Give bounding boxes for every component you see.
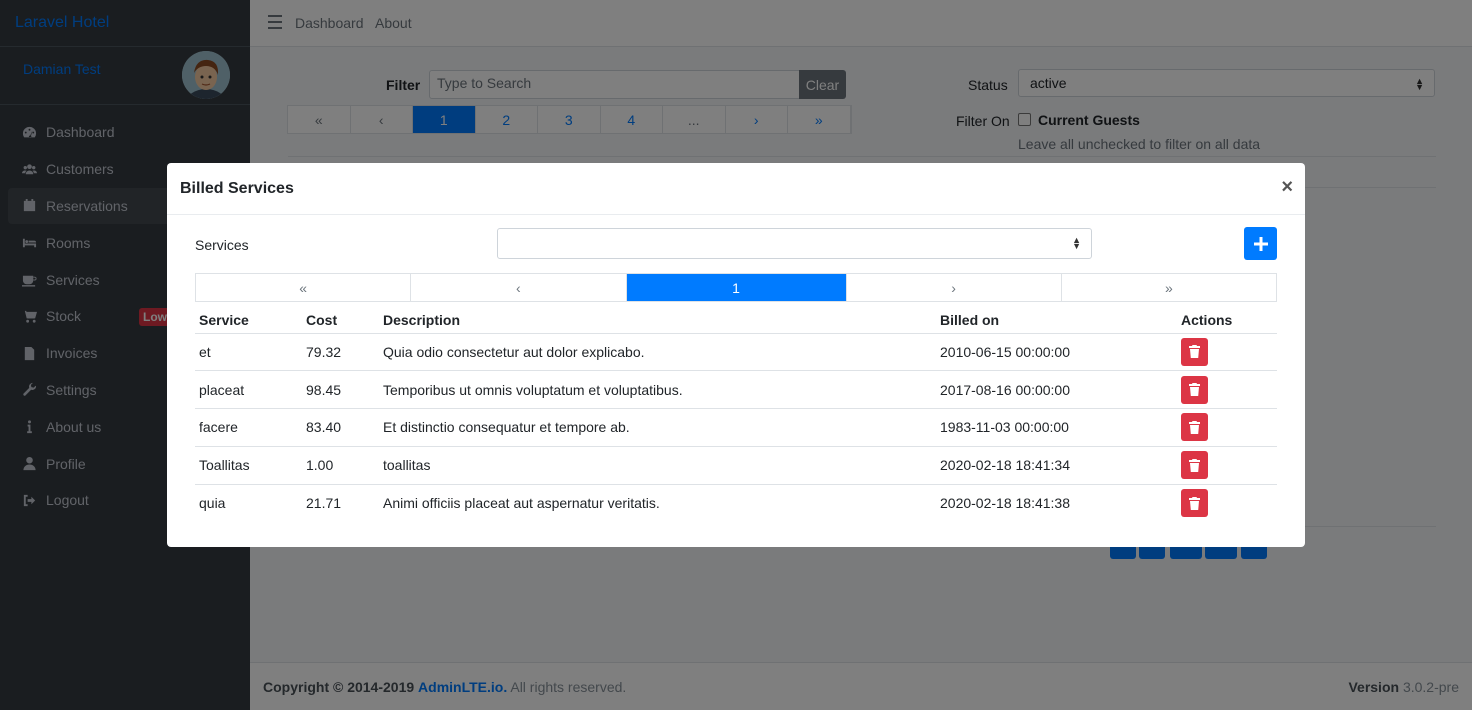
- trash-icon: [1189, 383, 1200, 397]
- cell-service: placeat: [195, 370, 302, 410]
- modal-page-prev[interactable]: ‹: [411, 274, 627, 301]
- column-header-cost: Cost: [302, 307, 379, 334]
- column-header-description: Description: [379, 307, 936, 334]
- modal-page-1[interactable]: 1: [626, 274, 847, 301]
- delete-button[interactable]: [1181, 451, 1208, 480]
- table-row: placeat 98.45 Temporibus ut omnis volupt…: [195, 370, 1277, 410]
- cell-actions: [1177, 446, 1277, 485]
- cell-service: quia: [199, 495, 226, 512]
- cell-description: Animi officiis placeat aut aspernatur ve…: [383, 495, 660, 512]
- close-icon[interactable]: ×: [1281, 176, 1293, 198]
- modal-title: Billed Services: [180, 180, 294, 197]
- cell-actions: [1177, 408, 1277, 447]
- trash-icon: [1189, 345, 1200, 359]
- modal-page-next[interactable]: ›: [847, 274, 1062, 301]
- cell-billed-on: 2020-02-18 18:41:34: [936, 446, 1177, 485]
- cell-actions: [1177, 484, 1277, 522]
- add-service-button[interactable]: [1244, 227, 1277, 260]
- plus-icon: [1253, 236, 1268, 251]
- cell-actions: [1177, 370, 1277, 410]
- table-body: et 79.32 Quia odio consectetur aut dolor…: [195, 333, 1277, 522]
- cell-cost: 1.00: [302, 446, 379, 485]
- column-header-actions: Actions: [1177, 307, 1277, 334]
- modal-page-last[interactable]: »: [1062, 274, 1276, 301]
- select-caret-icon: ▲▼: [1072, 235, 1081, 251]
- trash-icon: [1189, 420, 1200, 434]
- cell-service: facere: [195, 408, 302, 447]
- cell-cost: 79.32: [302, 333, 379, 372]
- cell-description: Quia odio consectetur aut dolor explicab…: [379, 333, 936, 372]
- trash-icon: [1189, 496, 1200, 510]
- cell-cost: 98.45: [302, 370, 379, 410]
- billed-services-modal: Billed Services × Services ▲ ▼ « ‹ 1 › » …: [167, 163, 1305, 547]
- trash-icon: [1189, 458, 1200, 472]
- cell-cost: 83.40: [302, 408, 379, 447]
- table-row: et 79.32 Quia odio consectetur aut dolor…: [195, 333, 1277, 372]
- delete-button[interactable]: [1181, 375, 1208, 404]
- delete-button[interactable]: [1181, 413, 1208, 442]
- delete-button[interactable]: [1181, 489, 1208, 518]
- table-row: Toallitas 1.00 toallitas 2020-02-18 18:4…: [195, 446, 1277, 485]
- column-header-service: Service: [195, 307, 302, 334]
- cell-description: Et distinctio consequatur et tempore ab.: [379, 408, 936, 447]
- cell-service: Toallitas: [195, 446, 302, 485]
- modal-page-first[interactable]: «: [196, 274, 412, 301]
- cell-billed-on: 2010-06-15 00:00:00: [936, 333, 1177, 372]
- cell-billed-on: 1983-11-03 00:00:00: [936, 408, 1177, 447]
- table-row: quia 21.71 Animi officiis placeat aut as…: [195, 484, 1277, 522]
- billed-services-table: Service Cost Description Billed on Actio…: [195, 307, 1277, 522]
- cell-actions: [1177, 333, 1277, 372]
- services-label: Services: [195, 237, 249, 253]
- column-header-billed-on: Billed on: [936, 307, 1177, 334]
- cell-description: Temporibus ut omnis voluptatum et volupt…: [379, 370, 936, 410]
- cell-description: toallitas: [379, 446, 936, 485]
- modal-pagination: « ‹ 1 › »: [195, 273, 1277, 302]
- cell-billed-on: 2017-08-16 00:00:00: [936, 370, 1177, 410]
- modal-header: Billed Services ×: [167, 163, 1305, 215]
- cell-cost: 21.71: [306, 495, 342, 512]
- cell-service: et: [195, 333, 302, 372]
- cell-billed-on: 2020-02-18 18:41:38: [940, 495, 1070, 512]
- services-select[interactable]: ▲ ▼: [497, 228, 1092, 259]
- table-header-row: Service Cost Description Billed on Actio…: [195, 307, 1277, 334]
- delete-button[interactable]: [1181, 337, 1208, 366]
- table-row: facere 83.40 Et distinctio consequatur e…: [195, 408, 1277, 447]
